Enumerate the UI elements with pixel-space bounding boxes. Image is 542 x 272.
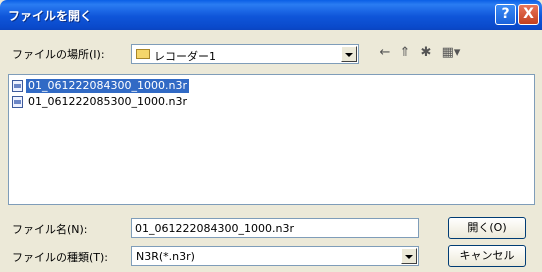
help-button[interactable]: ?	[495, 4, 516, 25]
folder-icon	[136, 49, 150, 59]
close-button[interactable]: X	[518, 4, 539, 25]
filename-value: 01_061222084300_1000.n3r	[135, 222, 294, 235]
open-button[interactable]: 開く(O)	[448, 217, 526, 239]
dialog-title: ファイルを開く	[8, 9, 93, 23]
file-icon	[12, 96, 23, 108]
file-list[interactable]: 01_061222084300_1000.n3r 01_061222085300…	[8, 74, 535, 205]
new-folder-icon[interactable]: ✱	[418, 45, 434, 61]
chevron-down-icon[interactable]	[341, 46, 357, 62]
file-name: 01_061222084300_1000.n3r	[25, 78, 190, 94]
filetype-dropdown[interactable]: N3R(*.n3r)	[131, 246, 419, 266]
filename-input[interactable]: 01_061222084300_1000.n3r	[131, 218, 419, 238]
back-icon[interactable]: ←	[377, 45, 393, 61]
view-menu-icon[interactable]: ▦▾	[440, 45, 462, 61]
open-file-dialog: ファイルを開く ? X ファイルの場所(I): レコーダー1 ← ⇑ ✱ ▦▾ …	[0, 0, 542, 272]
up-folder-icon[interactable]: ⇑	[397, 45, 413, 61]
filename-label: ファイル名(N):	[12, 223, 88, 236]
filetype-value: N3R(*.n3r)	[136, 250, 195, 263]
filetype-label: ファイルの種類(T):	[12, 251, 109, 264]
title-bar[interactable]: ファイルを開く ? X	[0, 0, 542, 30]
chevron-down-icon[interactable]	[401, 248, 417, 264]
cancel-button[interactable]: キャンセル	[448, 245, 526, 267]
file-name: 01_061222085300_1000.n3r	[28, 95, 187, 108]
look-in-label: ファイルの場所(I):	[12, 48, 105, 61]
look-in-dropdown[interactable]: レコーダー1	[131, 44, 359, 64]
file-icon	[12, 80, 23, 92]
look-in-value: レコーダー1	[154, 50, 216, 63]
